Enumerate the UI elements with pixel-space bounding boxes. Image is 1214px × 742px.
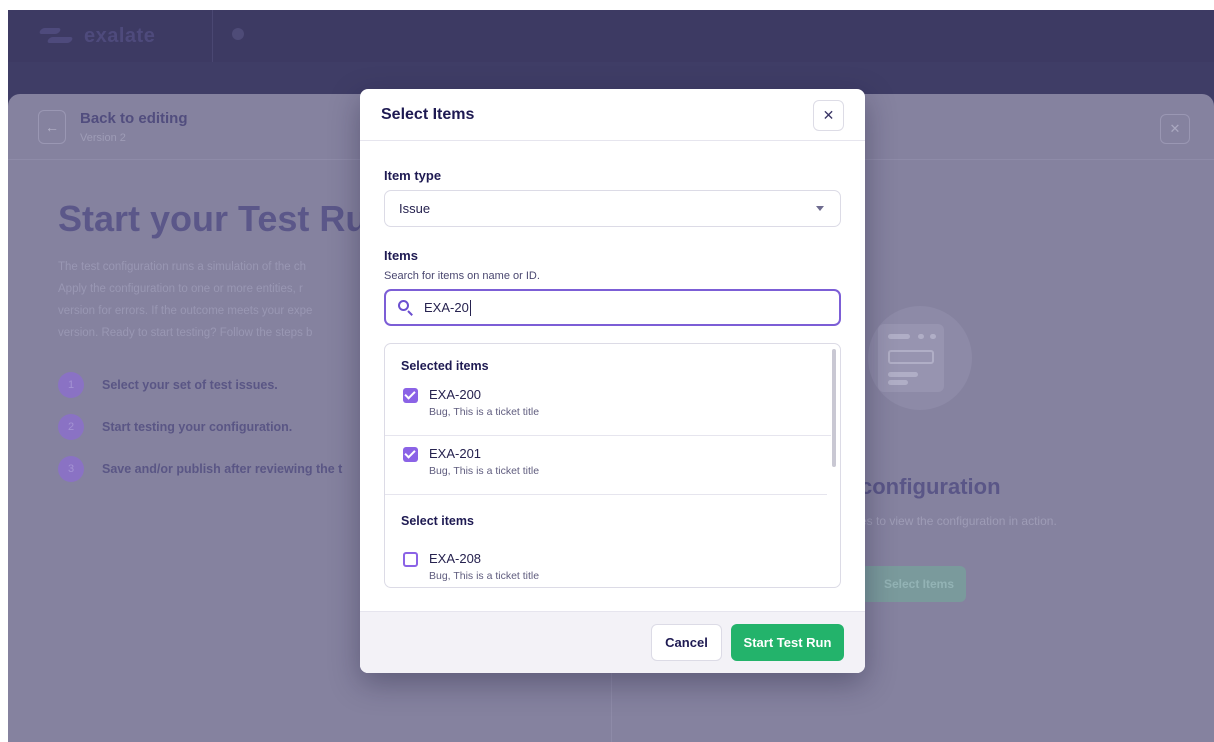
checkbox-unchecked[interactable] [403,552,418,567]
text-cursor [469,299,471,316]
step-number: 2 [58,414,84,440]
description-line: version for errors. If the outcome meets… [58,305,313,317]
checkbox-checked[interactable] [403,388,418,403]
start-test-run-button[interactable]: Start Test Run [731,624,844,661]
logo-icon [38,26,76,46]
back-title: Back to editing [80,110,188,127]
right-description: es to view the configuration in action. [860,514,1057,528]
page-description: The test configuration runs a simulation… [58,256,358,344]
search-input[interactable]: EXA-20 [424,300,469,315]
arrow-left-icon: ← [45,119,59,135]
item-search-field[interactable]: EXA-20 [384,289,841,326]
step-text: Select your set of test issues. [102,378,278,392]
step-number: 1 [58,372,84,398]
description-line: version. Ready to start testing? Follow … [58,327,313,339]
close-icon: ✕ [822,107,835,123]
items-label: Items [384,248,418,263]
item-description: Bug, This is a ticket title [429,570,540,582]
step-item: 3 Save and/or publish after reviewing th… [58,448,342,490]
select-items-heading: Select items [401,514,474,528]
brand-name: exalate [84,24,156,47]
search-icon [398,299,414,316]
close-icon: ✕ [1169,121,1181,136]
steps-list: 1 Select your set of test issues. 2 Star… [58,364,342,490]
configuration-illustration [848,304,978,414]
page-title: Start your Test Ru [58,198,368,239]
right-title: configuration [860,474,1001,499]
description-line: The test configuration runs a simulation… [58,261,307,273]
back-button[interactable]: ← [38,110,66,144]
select-items-button[interactable]: Select Items [860,566,966,602]
items-list: Selected items EXA-200 Bug, This is a ti… [384,343,841,588]
item-type-label: Item type [384,168,442,183]
modal-close-button[interactable]: ✕ [813,100,844,131]
panel-close-button[interactable]: ✕ [1160,114,1190,144]
chevron-down-icon [816,206,824,211]
modal-header: Select Items ✕ [360,89,865,141]
modal-footer: Cancel Start Test Run [360,611,865,673]
step-number: 3 [58,456,84,482]
item-description: Bug, This is a ticket title [429,465,540,477]
top-bar: exalate [8,10,1214,62]
nav-dot-icon [232,28,244,40]
select-items-modal: Select Items ✕ Item type Issue Items Sea… [360,89,865,673]
list-scrollbar[interactable] [832,349,836,467]
list-item-selected[interactable]: EXA-200 Bug, This is a ticket title [385,378,831,436]
cancel-button[interactable]: Cancel [651,624,722,661]
brand-logo: exalate [8,10,213,62]
checkbox-checked[interactable] [403,447,418,462]
step-item: 1 Select your set of test issues. [58,364,342,406]
item-description: Bug, This is a ticket title [429,406,540,418]
step-item: 2 Start testing your configuration. [58,406,342,448]
item-id: EXA-208 [429,551,482,566]
item-type-value: Issue [399,201,431,216]
list-item-available[interactable]: EXA-208 Bug, This is a ticket title [385,542,831,587]
description-line: Apply the configuration to one or more e… [58,283,303,295]
step-text: Start testing your configuration. [102,420,293,434]
item-type-select[interactable]: Issue [384,190,841,227]
version-label: Version 2 [80,132,126,144]
step-text: Save and/or publish after reviewing the … [102,462,343,476]
items-help-text: Search for items on name or ID. [384,270,540,282]
item-id: EXA-201 [429,446,482,461]
modal-title: Select Items [381,105,475,123]
list-item-selected[interactable]: EXA-201 Bug, This is a ticket title [385,437,827,495]
item-id: EXA-200 [429,387,482,402]
selected-items-heading: Selected items [401,359,489,373]
